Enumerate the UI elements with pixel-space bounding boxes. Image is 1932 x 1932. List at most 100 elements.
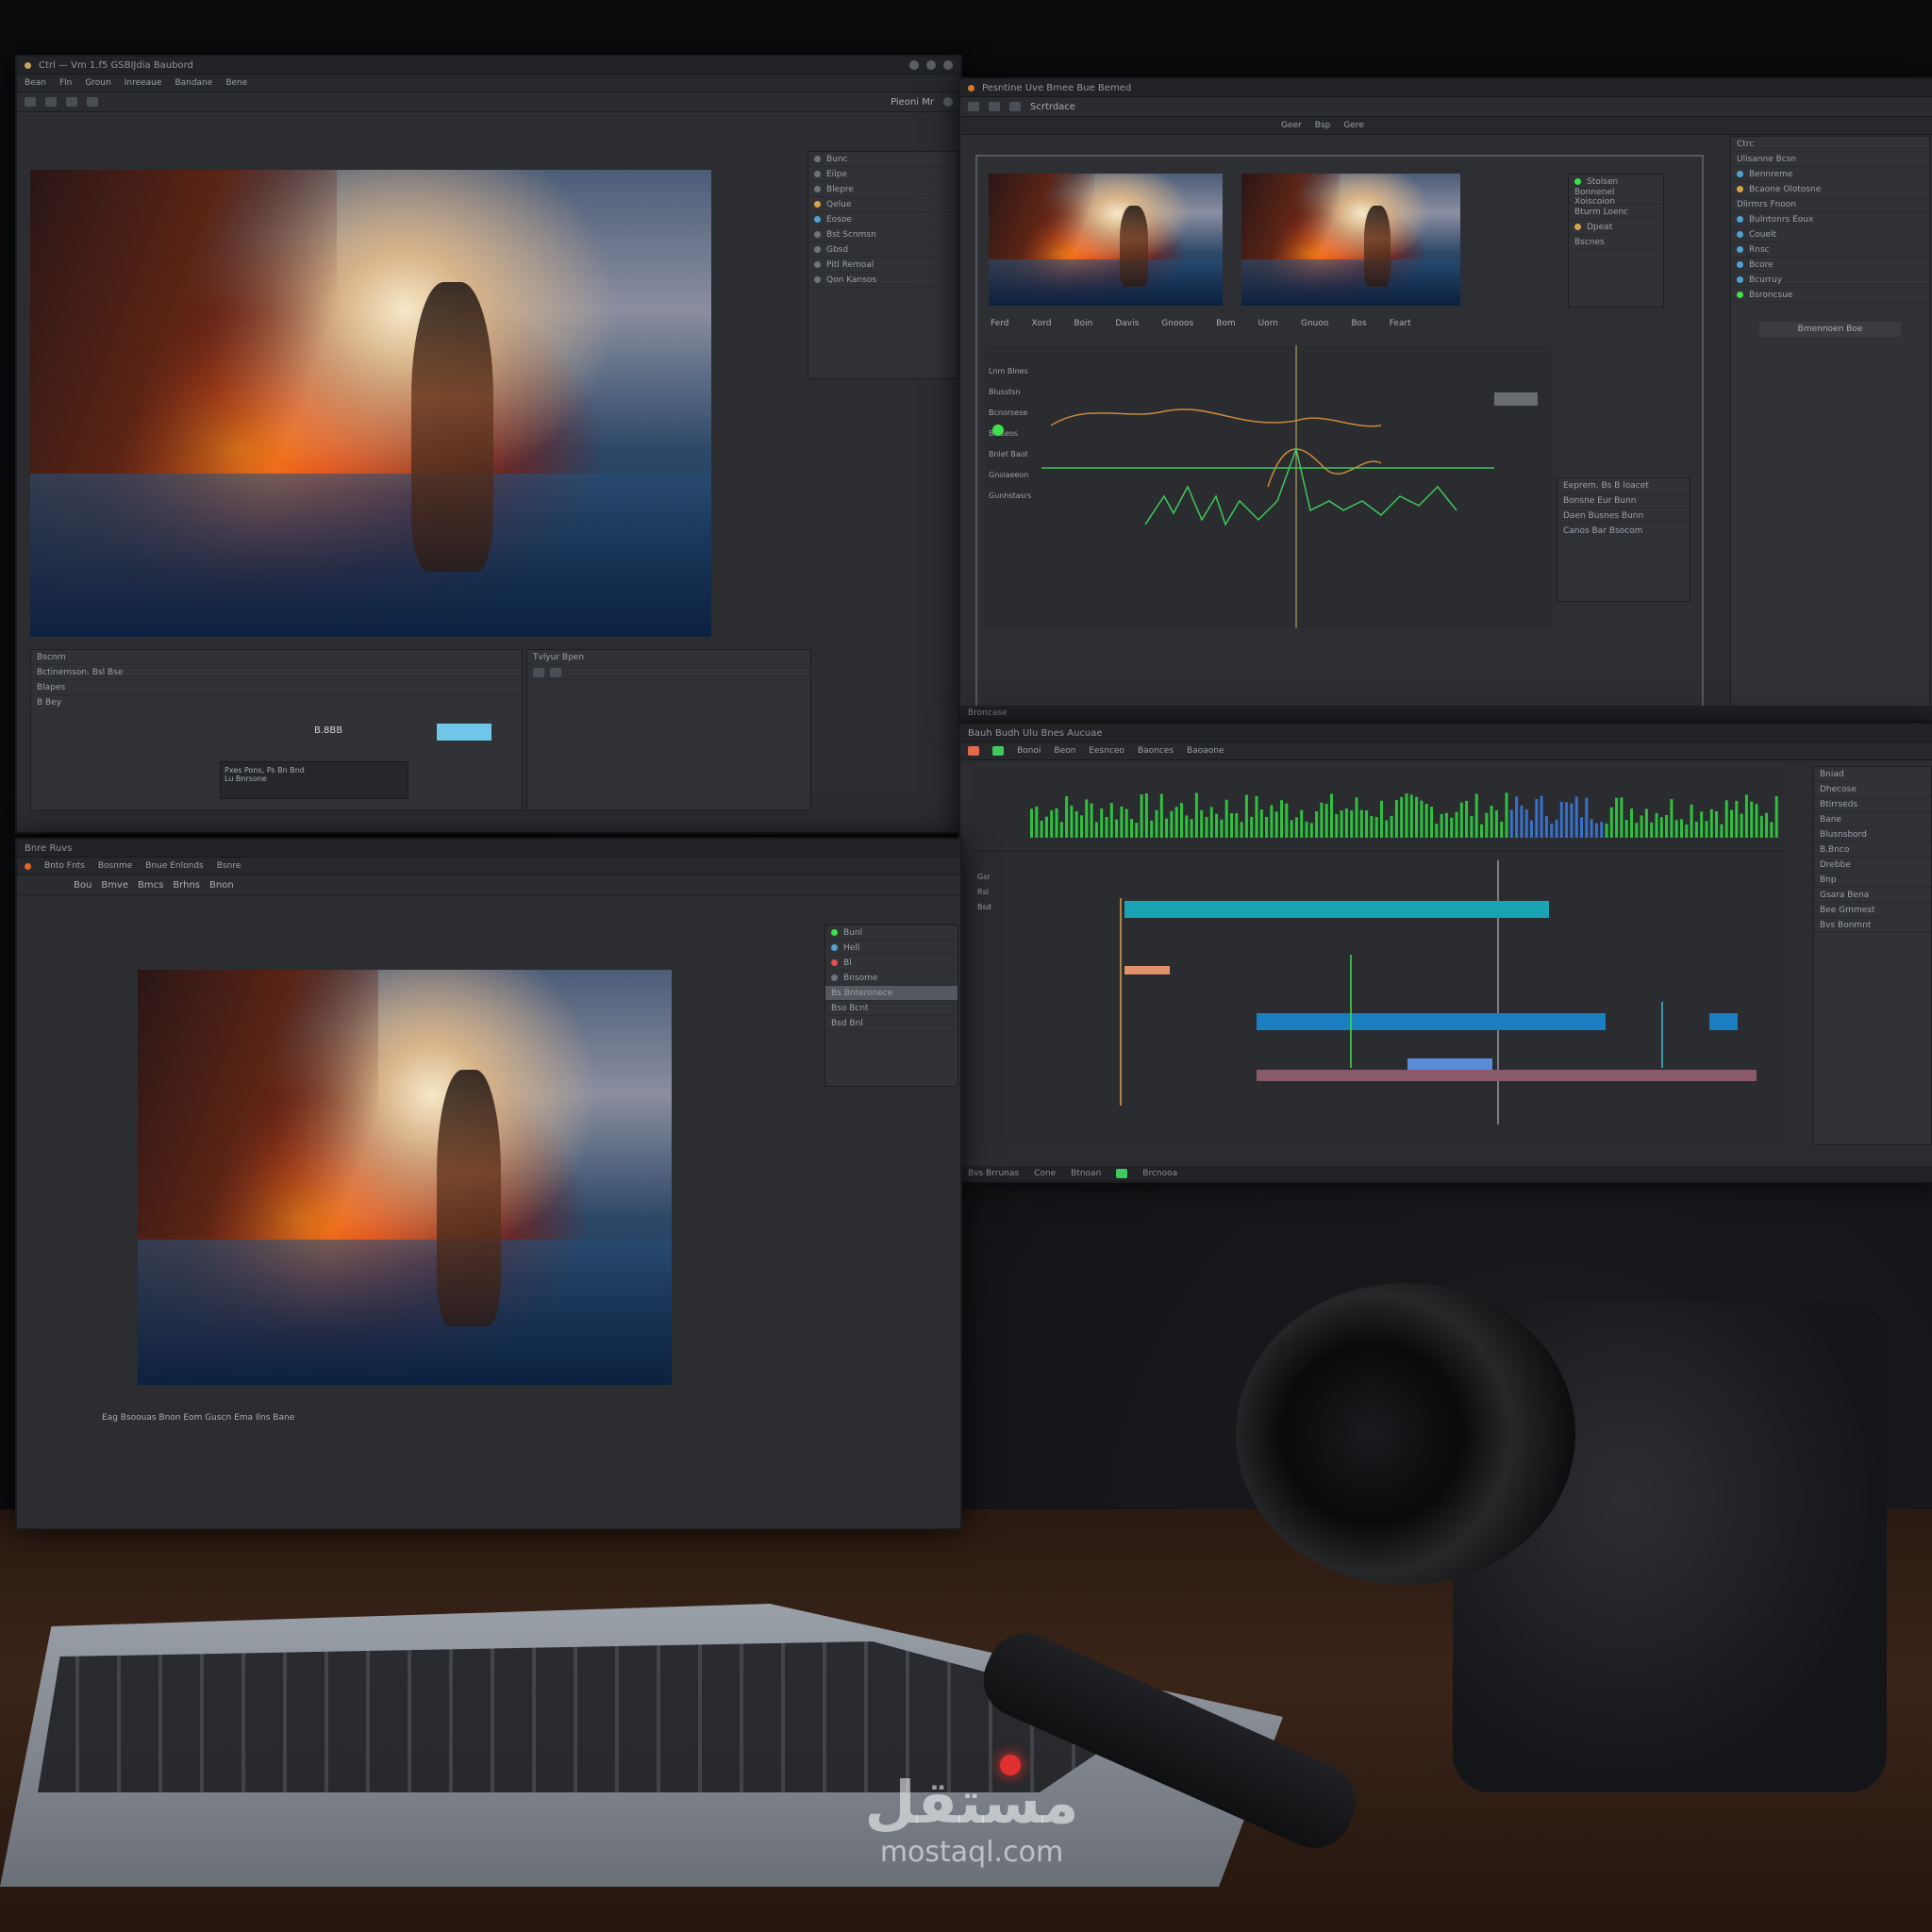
curves-graph[interactable]: Lnm Blnes Blusstsn Bcnorsese Bnlseos Bnl… <box>985 345 1551 628</box>
menu-item[interactable]: Bsp <box>1315 121 1331 130</box>
layer-row[interactable]: Bunc <box>808 152 958 167</box>
property-row[interactable]: Eeprem. Bs B loacet <box>1557 478 1690 493</box>
waveform-bar <box>1230 813 1233 838</box>
list-item[interactable]: Bonnenel Xoiscoion <box>1569 188 1663 207</box>
menu-item[interactable]: Geer <box>1281 121 1302 130</box>
waveform-bar <box>1650 822 1654 838</box>
tool-button[interactable] <box>87 97 98 107</box>
inspector-row[interactable]: Btirrseds <box>1814 797 1931 812</box>
menu-item[interactable]: Groun <box>85 78 110 88</box>
menu-item[interactable]: Baoaone <box>1187 746 1224 756</box>
layer-row[interactable]: Eilpe <box>808 167 958 182</box>
menu-item[interactable]: Inreeaue <box>125 78 162 88</box>
menu-item[interactable]: Bosnme <box>98 861 132 871</box>
menu-item[interactable]: Bnue Enlonds <box>145 861 203 871</box>
tool-button[interactable] <box>989 102 1000 111</box>
menu-item[interactable]: Bonoi <box>1017 746 1041 756</box>
tool-button[interactable] <box>66 97 77 107</box>
list-item[interactable]: Ulisanne Bcsn <box>1731 152 1929 167</box>
tab[interactable]: Bnon <box>209 880 234 891</box>
property-row[interactable]: Bonsne Eur Bunn <box>1557 493 1690 508</box>
tool-button[interactable] <box>45 97 57 107</box>
layer-row[interactable]: Blepre <box>808 182 958 197</box>
list-item[interactable]: Couelt <box>1731 227 1929 242</box>
close-icon[interactable] <box>943 60 953 70</box>
tool-button[interactable] <box>968 102 979 111</box>
property-row[interactable]: Bscnrn <box>31 650 522 665</box>
inspector-row[interactable]: Bane <box>1814 812 1931 827</box>
property-row[interactable] <box>527 665 810 680</box>
tool-button[interactable] <box>25 97 36 107</box>
image-viewer[interactable] <box>138 970 672 1385</box>
list-item[interactable]: Bscnes <box>1569 235 1663 250</box>
menu-item[interactable]: Bandane <box>175 78 212 88</box>
list-item[interactable]: Bulntonrs Eoux <box>1731 212 1929 227</box>
play-icon[interactable] <box>992 746 1004 756</box>
inspector-row[interactable]: Dhecose <box>1814 782 1931 797</box>
menu-item[interactable]: Bean <box>25 78 46 88</box>
list-item[interactable]: Bl <box>825 956 958 971</box>
list-item[interactable]: Bnsome <box>825 971 958 986</box>
list-item[interactable]: Bunl <box>825 925 958 941</box>
inspector-row[interactable]: Bee Gmmest <box>1814 903 1931 918</box>
inspector-row[interactable]: Bniad <box>1814 767 1931 782</box>
inspector-row[interactable]: Gsara Bena <box>1814 888 1931 903</box>
list-item[interactable]: Dlirmrs Fnoon <box>1731 197 1929 212</box>
apply-button[interactable]: Bmennoen Boe <box>1759 322 1901 337</box>
menu-item[interactable]: Bsnre <box>217 861 242 871</box>
image-viewer[interactable] <box>30 170 711 637</box>
list-item[interactable]: Bsroncsue <box>1731 288 1929 303</box>
layer-row[interactable]: Gbsd <box>808 242 958 258</box>
menu-item[interactable]: Gere <box>1343 121 1364 130</box>
menu-item[interactable]: Fln <box>59 78 72 88</box>
waveform-bar <box>1605 824 1608 838</box>
layer-row[interactable]: Eosoe <box>808 212 958 227</box>
property-row[interactable]: Bctinemson. Bsl Bse <box>31 665 522 680</box>
tab[interactable]: Brhns <box>173 880 200 891</box>
menu-item[interactable]: Beon <box>1054 746 1075 756</box>
color-swatch[interactable] <box>437 724 491 741</box>
layer-row[interactable]: Bst Scnmsn <box>808 227 958 242</box>
inspector-row[interactable]: Bnp <box>1814 873 1931 888</box>
timeline-area[interactable]: Gsr Rsl Bsd <box>974 766 1785 1143</box>
list-item[interactable]: Bsd Bnl <box>825 1016 958 1031</box>
property-row[interactable]: Daen Busnes Bunn <box>1557 508 1690 524</box>
record-icon[interactable] <box>968 746 979 756</box>
maximize-icon[interactable] <box>926 60 936 70</box>
list-item[interactable]: Dpeat <box>1569 220 1663 235</box>
list-item[interactable]: Bturm Loenc <box>1569 205 1663 220</box>
thumbnail-after[interactable] <box>1241 174 1460 306</box>
tab[interactable]: Bmve <box>101 880 128 891</box>
inspector-row[interactable]: B.Bnco <box>1814 842 1931 858</box>
list-item[interactable]: Hell <box>825 941 958 956</box>
property-row[interactable]: B Bey <box>31 695 522 710</box>
menu-item[interactable]: Bnto Fnts <box>44 861 85 871</box>
layer-row[interactable]: Qon Kansos <box>808 273 958 288</box>
tool-button[interactable] <box>1009 102 1021 111</box>
thumbnail-before[interactable] <box>989 174 1223 306</box>
menu-item[interactable]: Baonces <box>1138 746 1174 756</box>
tab[interactable]: Bou <box>74 880 92 891</box>
inspector-row[interactable]: Blusnsbord <box>1814 827 1931 842</box>
property-row[interactable]: Tvlyur Bpen <box>527 650 810 665</box>
property-row[interactable]: Blapes <box>31 680 522 695</box>
layer-row[interactable]: Qelue <box>808 197 958 212</box>
list-item[interactable]: Bennreme <box>1731 167 1929 182</box>
inspector-row[interactable]: Bvs Bonmnt <box>1814 918 1931 933</box>
list-item[interactable]: Bcore <box>1731 258 1929 273</box>
inspector-row[interactable]: Drebbe <box>1814 858 1931 873</box>
settings-icon[interactable] <box>943 97 953 107</box>
minimize-icon[interactable] <box>909 60 919 70</box>
layer-row[interactable]: Pitl Remoal <box>808 258 958 273</box>
menu-item[interactable]: Bene <box>225 78 247 88</box>
list-item[interactable]: Bs Bnteronece <box>825 986 958 1001</box>
list-item[interactable]: Bcaone Olotosne <box>1731 182 1929 197</box>
list-item[interactable]: Bcurruy <box>1731 273 1929 288</box>
tab[interactable]: Bmcs <box>138 880 163 891</box>
property-row[interactable]: Canos Bar Bsocom <box>1557 524 1690 539</box>
waveform-bar <box>1609 807 1613 838</box>
active-channel-icon <box>992 425 1004 436</box>
list-item[interactable]: Bso Bcnt <box>825 1001 958 1016</box>
menu-item[interactable]: Eesnceo <box>1089 746 1124 756</box>
list-item[interactable]: Rnsc <box>1731 242 1929 258</box>
